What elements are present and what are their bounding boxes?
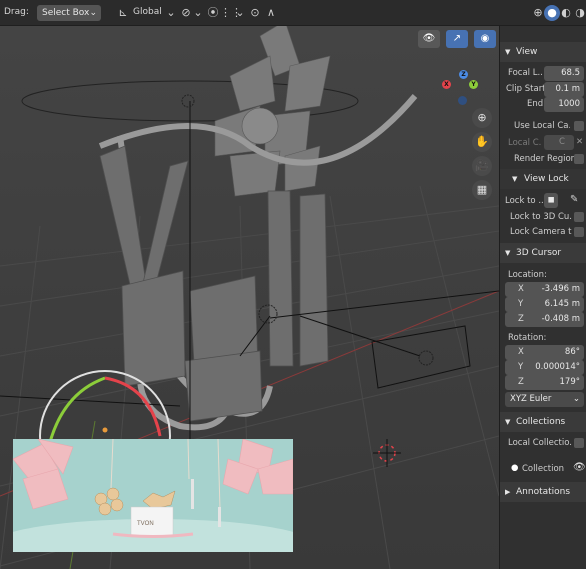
- collapse-triangle-icon: ▼: [512, 175, 518, 183]
- rotation-x-field[interactable]: X 86°: [505, 345, 584, 360]
- location-x-value: -3.496 m: [541, 284, 580, 294]
- chevron-down-icon: ⌄: [572, 394, 580, 404]
- lock-camera-label: Lock Camera t...: [510, 227, 572, 237]
- x-axis-handle[interactable]: X: [442, 80, 451, 89]
- visibility-icon[interactable]: 👁: [418, 30, 440, 48]
- lock-camera-checkbox[interactable]: [574, 227, 584, 237]
- close-icon[interactable]: ✕: [576, 137, 583, 147]
- rotation-z-field[interactable]: Z 179°: [505, 375, 584, 390]
- gizmo-toggle-icon[interactable]: ↗: [446, 30, 468, 48]
- location-y-value: 6.145 m: [544, 299, 580, 309]
- view-lock-section-header[interactable]: ▼ View Lock: [500, 169, 586, 189]
- location-y-field[interactable]: Y 6.145 m: [505, 297, 584, 312]
- transform-orientation-value[interactable]: Global: [133, 7, 162, 17]
- chevron-down-icon[interactable]: ⌄: [190, 5, 206, 21]
- collapse-triangle-icon: ▼: [505, 48, 511, 56]
- location-label: Location:: [508, 270, 547, 280]
- falloff-curve-icon[interactable]: ∧: [263, 5, 279, 21]
- select-mode-dropdown[interactable]: Select Box ⌄: [37, 5, 101, 21]
- clip-end-label: End: [527, 99, 544, 109]
- focal-length-field[interactable]: 68.5: [544, 66, 584, 81]
- zoom-icon[interactable]: ⊕: [472, 108, 492, 128]
- view-section-header[interactable]: ▼ View: [500, 42, 586, 62]
- use-local-camera-checkbox[interactable]: [574, 121, 584, 131]
- annotations-section-header[interactable]: ▶ Annotations: [500, 482, 586, 502]
- select-mode-value: Select Box: [42, 8, 90, 18]
- rotation-mode-dropdown[interactable]: XYZ Euler ⌄: [505, 392, 584, 407]
- render-region-checkbox[interactable]: [574, 154, 584, 164]
- view-header-label: View: [516, 47, 538, 57]
- neg-z-axis-handle[interactable]: [458, 96, 467, 105]
- overlay-toggle-icon[interactable]: ◉: [474, 30, 496, 48]
- use-local-camera-label: Use Local Ca...: [514, 121, 570, 131]
- rotation-label: Rotation:: [508, 333, 547, 343]
- proportional-editing-icon[interactable]: ⊙: [247, 5, 263, 21]
- collection-bullet-icon: ●: [511, 463, 519, 473]
- location-z-field[interactable]: Z -0.408 m: [505, 312, 584, 327]
- 3d-cursor-section-header[interactable]: ▼ 3D Cursor: [500, 243, 586, 263]
- clip-end-field[interactable]: 1000: [544, 97, 584, 112]
- collapse-triangle-icon: ▼: [505, 418, 511, 426]
- transform-orientation-icon: ⊾: [118, 6, 128, 19]
- rotation-y-value: 0.000014°: [535, 362, 580, 372]
- collections-section-header[interactable]: ▼ Collections: [500, 412, 586, 432]
- viewport-header: Drag: Select Box ⌄ ⊾ Global ⌄ ⊘ ⌄ ⦿ ⋮⋮ ⌄…: [0, 0, 586, 26]
- sidebar-panel: ▼ View Focal L... 68.5 Clip Start 0.1 m …: [499, 26, 586, 569]
- rendered-shading-icon[interactable]: ◑: [572, 5, 586, 21]
- rotation-x-value: 86°: [564, 347, 580, 357]
- render-preview-thumbnail: TVON: [13, 439, 293, 552]
- clip-start-field[interactable]: 0.1 m: [544, 82, 584, 97]
- eye-visibility-icon[interactable]: 👁: [573, 462, 586, 473]
- rotation-mode-value: XYZ Euler: [510, 394, 552, 404]
- rotation-z-value: 179°: [559, 377, 580, 387]
- pan-hand-icon[interactable]: ✋: [472, 132, 492, 152]
- lock-to-object-label: Lock to ...: [505, 196, 543, 206]
- chevron-down-icon: ⌄: [89, 8, 97, 18]
- camera-view-icon[interactable]: 🎥: [472, 156, 492, 176]
- local-camera-value: C: [559, 137, 565, 147]
- chevron-down-icon[interactable]: ⌄: [232, 5, 248, 21]
- view-lock-header-label: View Lock: [524, 174, 569, 184]
- lock-to-3d-cursor-label: Lock to 3D Cu...: [510, 212, 572, 222]
- snap-icon[interactable]: ⦿: [205, 5, 221, 21]
- expand-triangle-icon: ▶: [505, 488, 511, 496]
- collection-item[interactable]: Collection: [522, 464, 564, 474]
- render-region-label: Render Region: [514, 154, 577, 164]
- location-x-field[interactable]: X -3.496 m: [505, 282, 584, 297]
- 3d-cursor-header-label: 3D Cursor: [516, 248, 562, 258]
- local-collections-label: Local Collectio...: [508, 438, 572, 448]
- location-z-value: -0.408 m: [541, 314, 580, 324]
- collapse-triangle-icon: ▼: [505, 249, 511, 257]
- eyedropper-icon[interactable]: ✎: [570, 194, 578, 205]
- focal-length-label: Focal L...: [508, 68, 542, 78]
- local-camera-label: Local C...: [508, 138, 542, 148]
- chevron-down-icon[interactable]: ⌄: [163, 5, 179, 21]
- local-collections-checkbox[interactable]: [574, 438, 584, 448]
- annotations-header-label: Annotations: [516, 487, 571, 497]
- 3d-viewport[interactable]: 👁 ↗ ◉ Z Y X ⊕ ✋ 🎥 ▦ TVON: [0, 26, 499, 569]
- lock-to-3d-cursor-checkbox[interactable]: [574, 212, 584, 222]
- grid-perspective-icon[interactable]: ▦: [472, 180, 492, 200]
- z-axis-handle[interactable]: Z: [459, 70, 468, 79]
- rotation-y-field[interactable]: Y 0.000014°: [505, 360, 584, 375]
- local-camera-field[interactable]: C: [544, 135, 574, 150]
- drag-label: Drag:: [4, 7, 29, 17]
- clip-start-label: Clip Start: [506, 84, 546, 94]
- brand-logo: TVON: [137, 521, 154, 527]
- render-preview-image: TVON: [13, 439, 293, 552]
- y-axis-handle[interactable]: Y: [469, 80, 478, 89]
- lock-object-selector[interactable]: ◼: [544, 193, 558, 208]
- collections-header-label: Collections: [516, 417, 566, 427]
